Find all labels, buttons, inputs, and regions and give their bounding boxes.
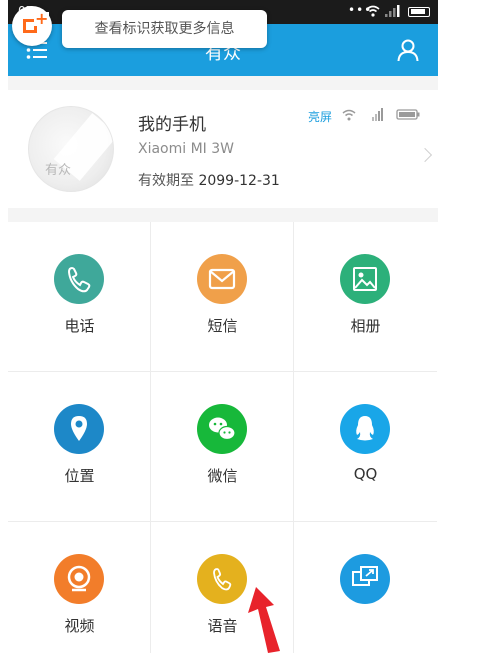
webcam-icon xyxy=(54,554,104,604)
device-expiry: 有效期至 2099-12-31 xyxy=(138,170,280,190)
annotation-arrow-icon xyxy=(248,587,280,653)
screen-share-icon xyxy=(340,554,390,604)
device-model: Xiaomi MI 3W xyxy=(138,141,235,157)
grid-item-wechat[interactable]: 微信 xyxy=(151,372,294,522)
grid-item-location[interactable]: 位置 xyxy=(8,372,151,522)
phone-icon xyxy=(54,254,104,304)
qq-penguin-icon xyxy=(340,404,390,454)
gallery-icon xyxy=(340,254,390,304)
grid-label: 电话 xyxy=(64,317,95,335)
screen-status: 亮屏 xyxy=(308,110,333,124)
avatar-text: 有众 xyxy=(45,163,72,178)
phone-screen: 07 ••• 有众 xyxy=(8,0,438,653)
expiry-label: 有效期至 xyxy=(138,173,194,189)
wifi-icon xyxy=(366,5,380,17)
device-card[interactable]: 有众 我的手机 Xiaomi MI 3W 有效期至 2099-12-31 亮屏 xyxy=(8,90,438,208)
device-battery-icon xyxy=(396,109,420,120)
grid-item-phone[interactable]: 电话 xyxy=(8,222,151,372)
cell-signal-icon xyxy=(385,5,400,17)
expiry-date: 2099-12-31 xyxy=(198,173,280,189)
grid-label: 微信 xyxy=(207,467,238,485)
grid-item-sms[interactable]: 短信 xyxy=(151,222,294,372)
wechat-icon xyxy=(197,404,247,454)
grid-label: 相册 xyxy=(350,317,381,335)
device-status-icons xyxy=(342,108,420,121)
grid-label: 视频 xyxy=(64,617,95,635)
grid-label: 短信 xyxy=(207,317,238,335)
user-profile-icon[interactable] xyxy=(396,38,420,62)
grid-item-gallery[interactable]: 相册 xyxy=(294,222,437,372)
app-logo-icon[interactable]: + xyxy=(12,6,52,46)
grid-item-qq[interactable]: QQ xyxy=(294,372,437,522)
feature-grid: 电话 短信 相册 位置 微信 QQ 视频 语音 xyxy=(8,222,438,653)
grid-item-video[interactable]: 视频 xyxy=(8,522,151,653)
grid-label: 位置 xyxy=(64,467,95,485)
grid-item-screen-share[interactable] xyxy=(294,522,437,653)
envelope-icon xyxy=(197,254,247,304)
device-wifi-icon xyxy=(342,109,356,121)
grid-label: QQ xyxy=(353,465,378,483)
battery-icon xyxy=(408,7,430,17)
tooltip: 查看标识获取更多信息 xyxy=(62,10,267,48)
device-name: 我的手机 xyxy=(138,115,206,135)
device-avatar: 有众 xyxy=(28,106,114,192)
device-signal-icon xyxy=(372,108,383,121)
chevron-right-icon xyxy=(417,147,433,163)
location-pin-icon xyxy=(54,404,104,454)
